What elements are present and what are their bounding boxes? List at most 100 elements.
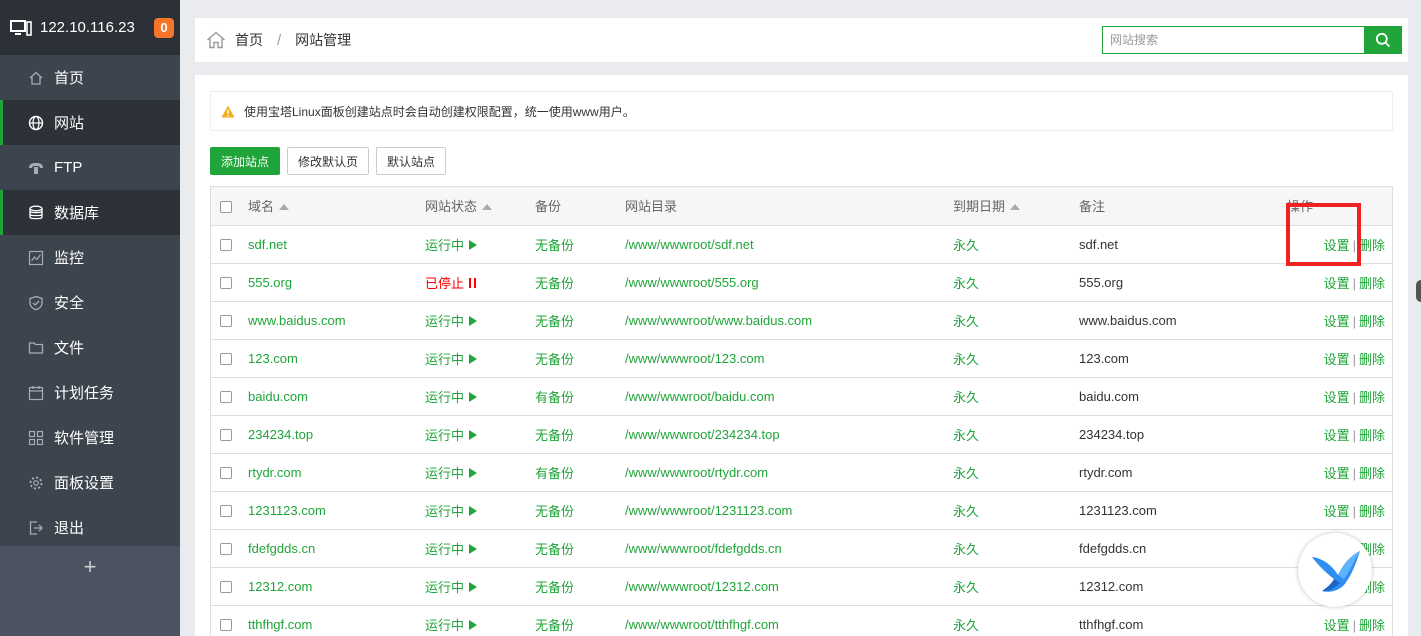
settings-link[interactable]: 设置	[1324, 466, 1350, 481]
row-checkbox[interactable]	[220, 619, 232, 632]
site-note[interactable]: tthfhgf.com	[1079, 605, 1249, 636]
settings-link[interactable]: 设置	[1324, 428, 1350, 443]
site-note[interactable]: 1231123.com	[1079, 491, 1249, 530]
site-expire-link[interactable]: 永久	[953, 491, 1079, 530]
settings-link[interactable]: 设置	[1324, 390, 1350, 405]
side-drawer-handle[interactable]	[1416, 280, 1421, 302]
delete-link[interactable]: 删除	[1359, 504, 1385, 519]
site-expire-link[interactable]: 永久	[953, 529, 1079, 568]
site-directory-link[interactable]: /www/wwwroot/sdf.net	[625, 225, 953, 264]
site-note[interactable]: baidu.com	[1079, 377, 1249, 416]
row-checkbox[interactable]	[220, 315, 232, 328]
site-directory-link[interactable]: /www/wwwroot/baidu.com	[625, 377, 953, 416]
site-status[interactable]: 运行中	[425, 415, 535, 454]
site-status[interactable]: 已停止	[425, 263, 535, 302]
add-shortcut-button[interactable]: +	[0, 554, 180, 580]
site-note[interactable]: 555.org	[1079, 263, 1249, 302]
row-checkbox[interactable]	[220, 543, 232, 556]
floating-assistant[interactable]	[1298, 533, 1372, 607]
select-all-checkbox[interactable]	[220, 200, 232, 213]
site-directory-link[interactable]: /www/wwwroot/fdefgdds.cn	[625, 529, 953, 568]
row-checkbox[interactable]	[220, 467, 232, 480]
site-note[interactable]: www.baidus.com	[1079, 301, 1249, 340]
settings-link[interactable]: 设置	[1324, 314, 1350, 329]
column-domain[interactable]: 域名	[248, 187, 425, 226]
site-directory-link[interactable]: /www/wwwroot/555.org	[625, 263, 953, 302]
sidebar-item-logout[interactable]: 退出	[0, 505, 180, 550]
search-input[interactable]	[1102, 26, 1364, 54]
site-domain-link[interactable]: 1231123.com	[248, 491, 425, 530]
edit-default-page-button[interactable]: 修改默认页	[287, 147, 370, 175]
site-directory-link[interactable]: /www/wwwroot/tthfhgf.com	[625, 605, 953, 636]
site-domain-link[interactable]: 123.com	[248, 339, 425, 378]
row-checkbox[interactable]	[220, 239, 232, 252]
site-backup-link[interactable]: 无备份	[535, 263, 625, 302]
column-expire[interactable]: 到期日期	[953, 187, 1079, 226]
sidebar-item-panel-settings[interactable]: 面板设置	[0, 460, 180, 505]
row-checkbox[interactable]	[220, 353, 232, 366]
sidebar-item-monitor[interactable]: 监控	[0, 235, 180, 280]
site-note[interactable]: 234234.top	[1079, 415, 1249, 454]
site-directory-link[interactable]: /www/wwwroot/www.baidus.com	[625, 301, 953, 340]
site-domain-link[interactable]: 555.org	[248, 263, 425, 302]
site-status[interactable]: 运行中	[425, 605, 535, 636]
sidebar-item-home[interactable]: 首页	[0, 55, 180, 100]
site-domain-link[interactable]: tthfhgf.com	[248, 605, 425, 636]
site-backup-link[interactable]: 无备份	[535, 301, 625, 340]
site-backup-link[interactable]: 无备份	[535, 605, 625, 636]
site-expire-link[interactable]: 永久	[953, 415, 1079, 454]
row-checkbox[interactable]	[220, 581, 232, 594]
site-note[interactable]: fdefgdds.cn	[1079, 529, 1249, 568]
breadcrumb-home[interactable]: 首页	[235, 30, 263, 50]
site-backup-link[interactable]: 无备份	[535, 567, 625, 606]
site-status[interactable]: 运行中	[425, 377, 535, 416]
site-note[interactable]: 12312.com	[1079, 567, 1249, 606]
settings-link[interactable]: 设置	[1324, 352, 1350, 367]
site-status[interactable]: 运行中	[425, 529, 535, 568]
site-backup-link[interactable]: 无备份	[535, 415, 625, 454]
site-directory-link[interactable]: /www/wwwroot/234234.top	[625, 415, 953, 454]
site-domain-link[interactable]: rtydr.com	[248, 453, 425, 492]
sidebar-item-website[interactable]: 网站	[0, 100, 180, 145]
site-directory-link[interactable]: /www/wwwroot/rtydr.com	[625, 453, 953, 492]
site-domain-link[interactable]: 234234.top	[248, 415, 425, 454]
message-badge[interactable]: 0	[154, 18, 174, 38]
site-status[interactable]: 运行中	[425, 491, 535, 530]
add-site-button[interactable]: 添加站点	[210, 147, 281, 175]
site-note[interactable]: 123.com	[1079, 339, 1249, 378]
site-status[interactable]: 运行中	[425, 301, 535, 340]
site-status[interactable]: 运行中	[425, 453, 535, 492]
home-icon[interactable]	[206, 31, 226, 49]
site-domain-link[interactable]: 12312.com	[248, 567, 425, 606]
delete-link[interactable]: 删除	[1359, 352, 1385, 367]
site-domain-link[interactable]: sdf.net	[248, 225, 425, 264]
settings-link[interactable]: 设置	[1324, 504, 1350, 519]
settings-link[interactable]: 设置	[1324, 618, 1350, 633]
delete-link[interactable]: 删除	[1359, 314, 1385, 329]
site-directory-link[interactable]: /www/wwwroot/1231123.com	[625, 491, 953, 530]
site-domain-link[interactable]: fdefgdds.cn	[248, 529, 425, 568]
delete-link[interactable]: 删除	[1359, 618, 1385, 633]
settings-link[interactable]: 设置	[1324, 238, 1350, 253]
sidebar-item-security[interactable]: 安全	[0, 280, 180, 325]
site-expire-link[interactable]: 永久	[953, 301, 1079, 340]
delete-link[interactable]: 删除	[1359, 276, 1385, 291]
site-backup-link[interactable]: 有备份	[535, 453, 625, 492]
site-directory-link[interactable]: /www/wwwroot/123.com	[625, 339, 953, 378]
delete-link[interactable]: 删除	[1359, 428, 1385, 443]
search-button[interactable]	[1364, 26, 1402, 54]
site-status[interactable]: 运行中	[425, 225, 535, 264]
site-directory-link[interactable]: /www/wwwroot/12312.com	[625, 567, 953, 606]
delete-link[interactable]: 删除	[1359, 466, 1385, 481]
sidebar-item-cron[interactable]: 计划任务	[0, 370, 180, 415]
sidebar-item-software[interactable]: 软件管理	[0, 415, 180, 460]
site-backup-link[interactable]: 无备份	[535, 491, 625, 530]
site-domain-link[interactable]: www.baidus.com	[248, 301, 425, 340]
site-status[interactable]: 运行中	[425, 339, 535, 378]
site-expire-link[interactable]: 永久	[953, 453, 1079, 492]
site-expire-link[interactable]: 永久	[953, 567, 1079, 606]
site-expire-link[interactable]: 永久	[953, 225, 1079, 264]
row-checkbox[interactable]	[220, 505, 232, 518]
site-note[interactable]: rtydr.com	[1079, 453, 1249, 492]
column-status[interactable]: 网站状态	[425, 187, 535, 226]
